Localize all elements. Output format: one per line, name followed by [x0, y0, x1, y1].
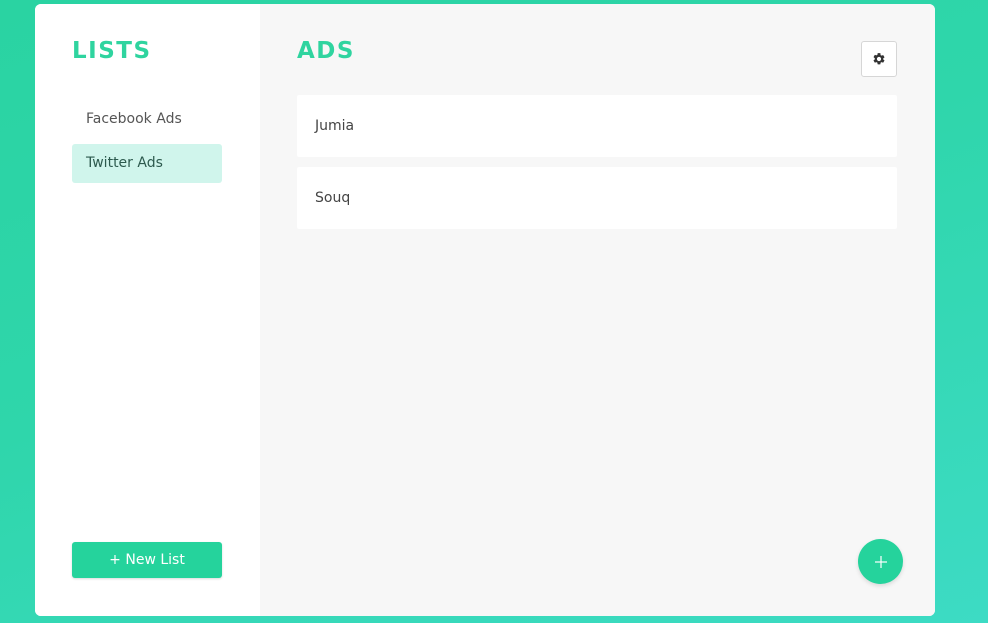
ads-list: Jumia Souq: [297, 95, 897, 239]
settings-button[interactable]: [861, 41, 897, 77]
sidebar: LISTS Facebook Ads Twitter Ads + New Lis…: [35, 4, 260, 616]
list-item-jumia[interactable]: Jumia: [297, 95, 897, 157]
sidebar-title: LISTS: [72, 38, 152, 64]
gear-icon: [873, 53, 885, 65]
new-list-button[interactable]: + New List: [72, 542, 222, 578]
main-panel: ADS Jumia Souq: [260, 4, 935, 616]
plus-icon: [874, 555, 887, 568]
add-ad-button[interactable]: [858, 539, 903, 584]
page-title: ADS: [297, 38, 355, 64]
sidebar-item-twitter-ads[interactable]: Twitter Ads: [72, 144, 222, 183]
list-item-souq[interactable]: Souq: [297, 167, 897, 229]
app-window: LISTS Facebook Ads Twitter Ads + New Lis…: [35, 4, 935, 616]
sidebar-item-facebook-ads[interactable]: Facebook Ads: [72, 100, 222, 139]
list-nav: Facebook Ads Twitter Ads: [72, 100, 222, 188]
